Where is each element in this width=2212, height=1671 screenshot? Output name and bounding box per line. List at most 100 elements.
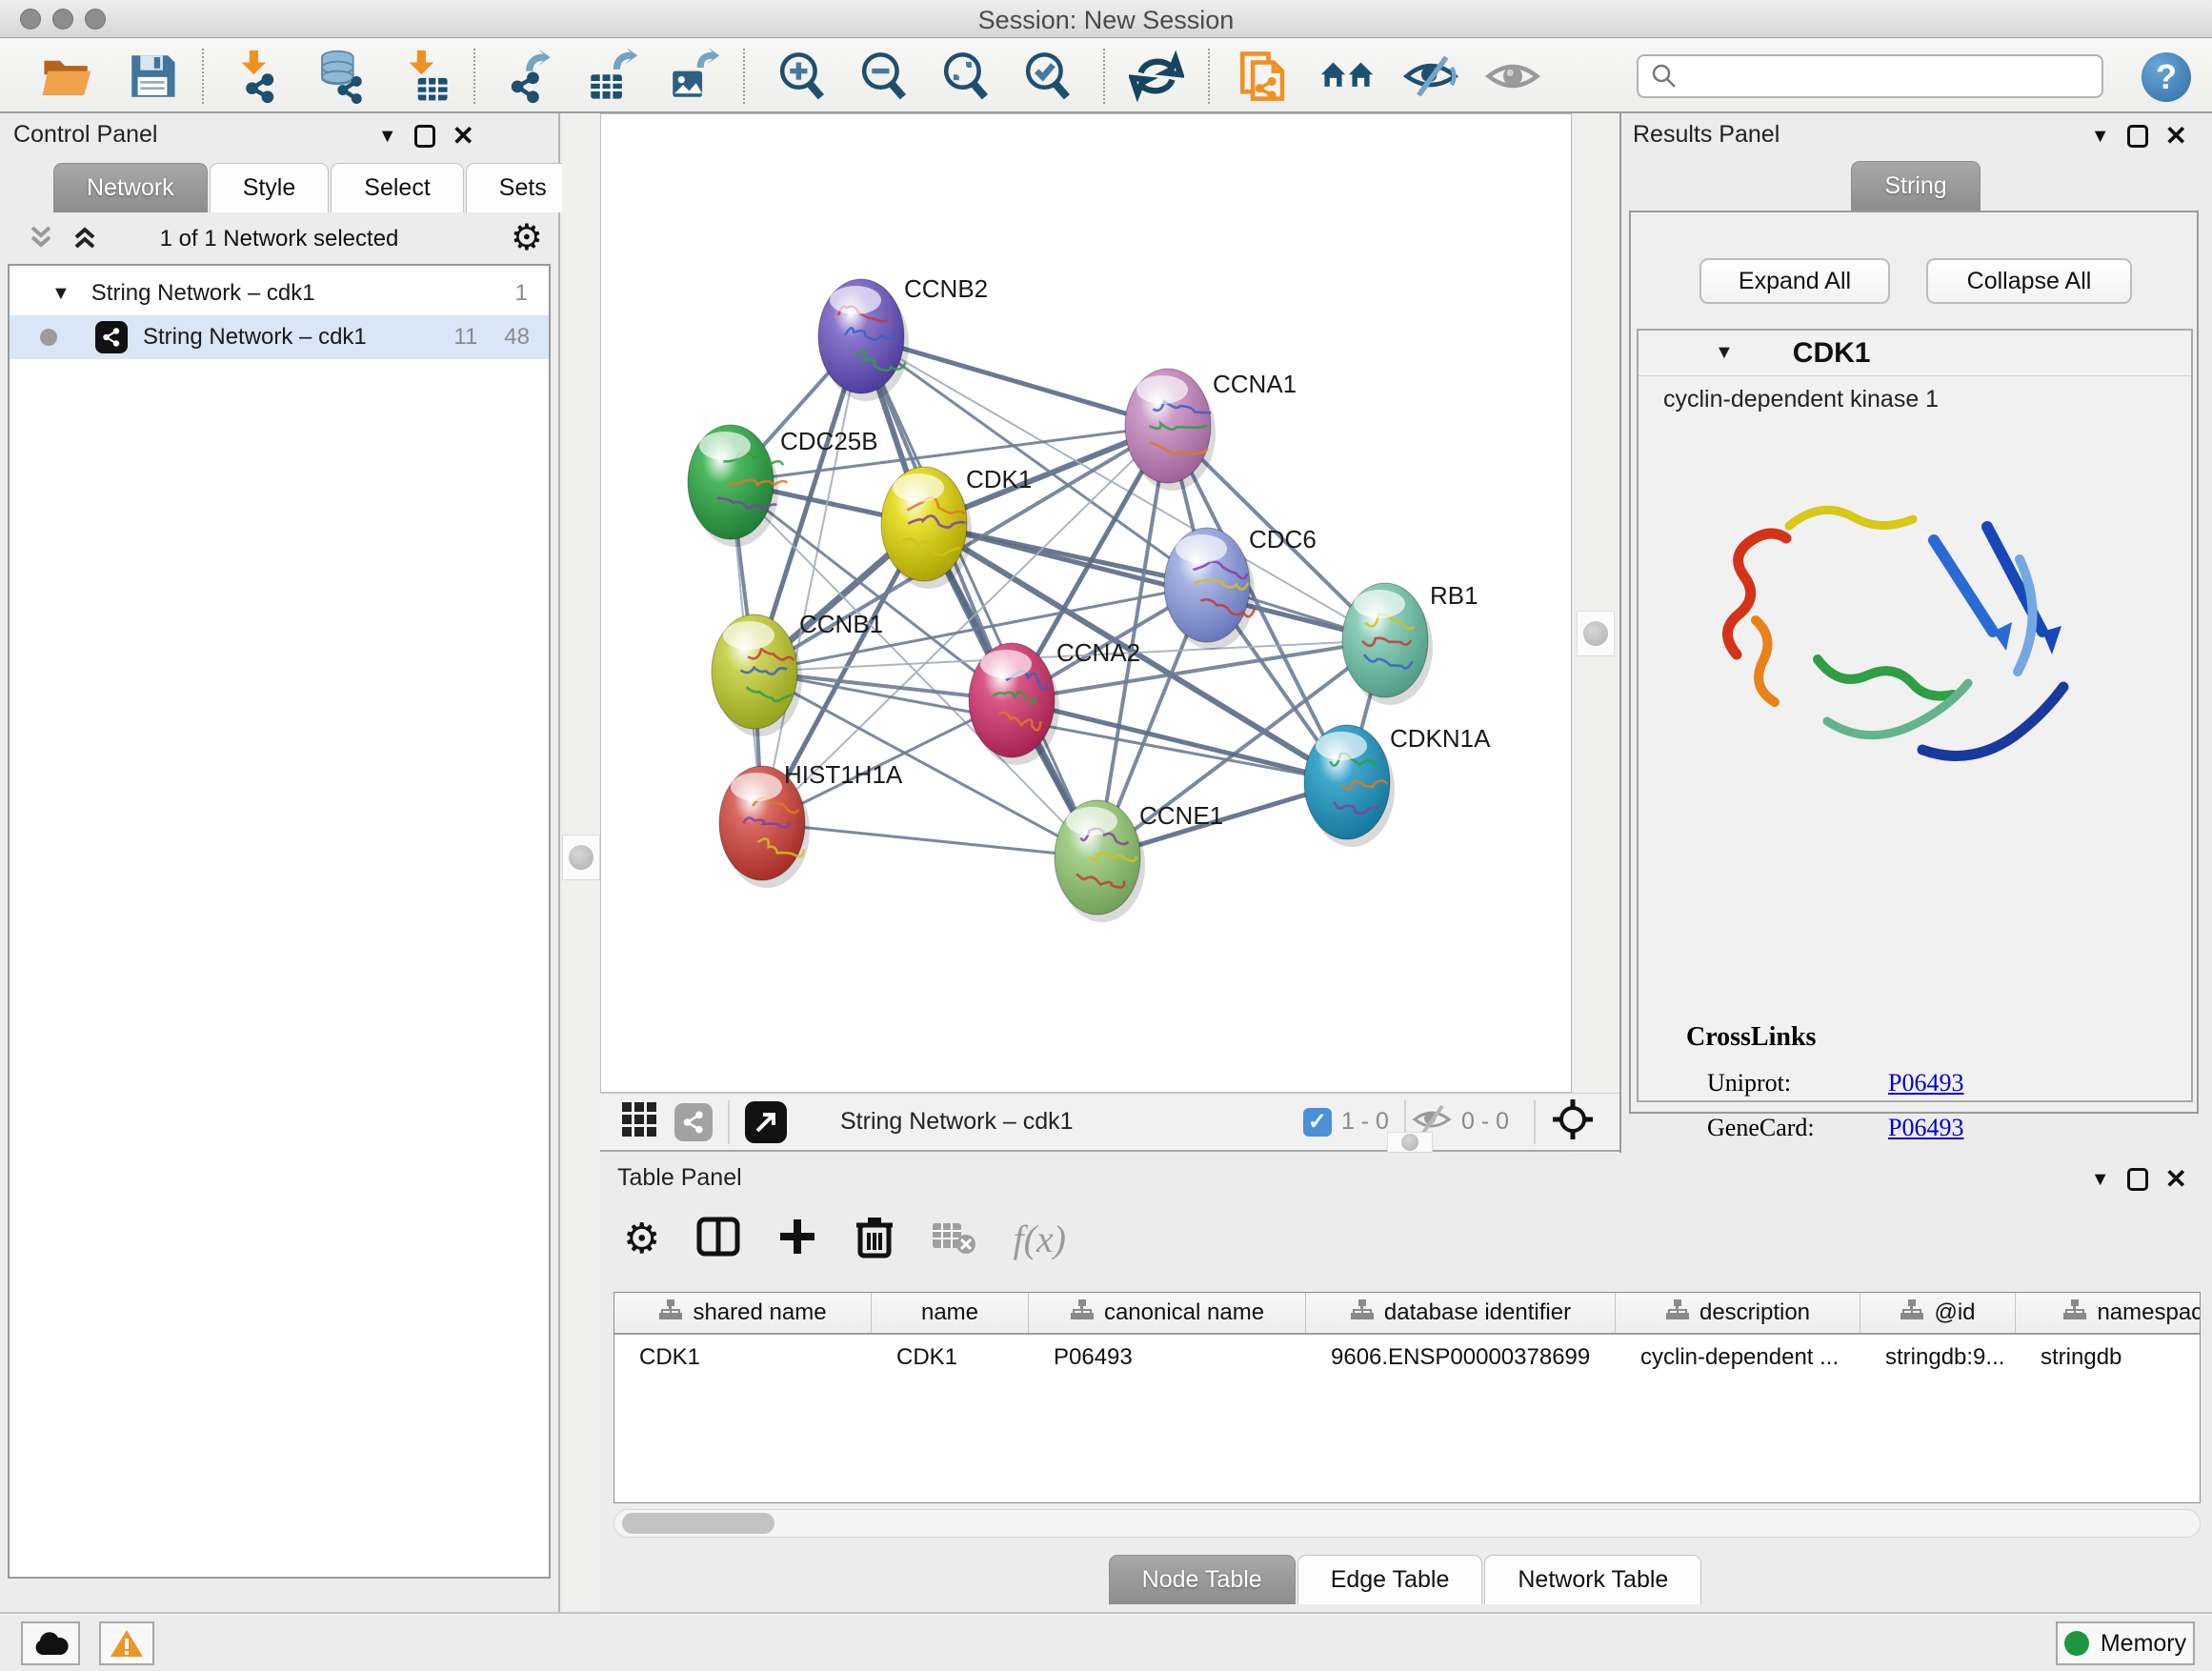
export-image-icon[interactable] [665,48,722,105]
crosslink-label: GeneCard: [1707,1114,1888,1142]
panel-menu-icon[interactable]: ▼ [2091,126,2110,148]
network-node-RB1[interactable]: RB1 [1342,581,1478,705]
show-all-eye-icon[interactable] [1484,48,1541,105]
show-columns-icon[interactable] [696,1215,740,1263]
network-node-CCNB1[interactable]: CCNB1 [712,610,883,736]
panel-float-icon[interactable] [2127,1168,2148,1191]
table-cell[interactable]: CDK1 [872,1337,1029,1379]
left-splitter-grip[interactable] [562,835,600,880]
clipboard-network-icon[interactable] [1235,48,1292,105]
open-session-icon[interactable] [38,48,95,105]
panel-close-icon[interactable]: ✕ [452,123,474,150]
network-edge[interactable] [762,336,861,823]
table-horizontal-scrollbar[interactable] [613,1509,2201,1538]
string-network-graph[interactable]: CCNB2CCNA1CDC25BCDK1CDC6RB1CCNB1CCNA2CDK… [601,114,1573,1094]
collapse-triangle-icon[interactable]: ▼ [1715,342,1734,364]
memory-button[interactable]: Memory [2056,1621,2195,1665]
hierarchy-icon [658,1299,683,1328]
export-network-icon[interactable] [499,48,556,105]
cloud-button[interactable] [21,1621,80,1665]
tab-style[interactable]: Style [210,163,330,212]
column-header-namespace[interactable]: namespace [2016,1293,2201,1333]
import-network-file-icon[interactable] [229,48,286,105]
warnings-button[interactable] [99,1621,154,1665]
panel-float-icon[interactable] [2127,125,2148,148]
table-toolbar: ⚙ f(x) [623,1202,2212,1275]
crosslink-link[interactable]: P06493 [1888,1069,1963,1097]
hierarchy-icon [1070,1299,1095,1328]
selected-checkbox-icon[interactable]: ✓ [1303,1108,1332,1137]
network-edge[interactable] [762,823,1097,857]
column-header-sharedname[interactable]: shared name [614,1293,872,1333]
table-cell[interactable]: stringdb:9... [1860,1337,2016,1379]
tab-node-table[interactable]: Node Table [1109,1555,1296,1604]
table-cell[interactable]: cyclin-dependent ... [1616,1337,1860,1379]
column-header-description[interactable]: description [1616,1293,1860,1333]
network-node-CCNB2[interactable]: CCNB2 [818,274,988,401]
zoom-in-icon[interactable] [774,48,831,105]
tab-string[interactable]: String [1851,161,1980,211]
search-input[interactable] [1679,57,2101,95]
protein-card-header[interactable]: ▼ CDK1 [1639,331,2191,376]
hide-selected-eye-slash-icon[interactable] [1402,48,1459,105]
network-node-HIST1H1A[interactable]: HIST1H1A [719,760,903,888]
horizontal-splitter-grip[interactable] [1387,1132,1433,1153]
toolbar-separator [202,49,204,104]
node-table[interactable]: shared namenamecanonical namedatabase id… [613,1292,2201,1503]
table-cell[interactable]: CDK1 [614,1337,872,1379]
delete-column-trash-icon[interactable] [855,1214,895,1264]
column-header-databaseidentifier[interactable]: database identifier [1306,1293,1616,1333]
results-panel-header-icons: ▼ ✕ [2091,123,2187,150]
tab-network-table[interactable]: Network Table [1484,1555,1701,1604]
column-header-name[interactable]: name [872,1293,1029,1333]
panel-close-icon[interactable]: ✕ [2165,123,2187,150]
expand-all-button[interactable]: Expand All [1699,258,1890,304]
zoom-out-icon[interactable] [855,48,913,105]
import-table-file-icon[interactable] [396,48,453,105]
zoom-fit-icon[interactable] [937,48,995,105]
network-node-CDC25B[interactable]: CDC25B [688,425,878,547]
panel-menu-icon[interactable]: ▼ [2091,1169,2110,1191]
scrollbar-thumb[interactable] [622,1513,774,1534]
panel-menu-icon[interactable]: ▼ [378,126,397,148]
crosslink-link[interactable]: P06493 [1888,1114,1963,1142]
collapse-all-button[interactable]: Collapse All [1926,258,2132,304]
column-header-canonicalname[interactable]: canonical name [1029,1293,1306,1333]
hierarchy-icon [1665,1299,1690,1328]
node-label-CDKN1A: CDKN1A [1390,724,1491,753]
hidden-counts: 0 - 0 [1461,1108,1509,1136]
tab-select[interactable]: Select [331,163,463,212]
network-tree-child-row[interactable]: String Network – cdk1 11 48 [10,315,549,359]
network-node-CDKN1A[interactable]: CDKN1A [1304,724,1491,847]
right-splitter-grip[interactable] [1577,611,1615,656]
table-cell[interactable]: stringdb [2016,1337,2201,1379]
network-tree-root-row[interactable]: ▼ String Network – cdk1 1 [10,272,549,315]
table-cell[interactable]: P06493 [1029,1337,1306,1379]
import-network-database-icon[interactable] [312,48,370,105]
tree-expand-icon[interactable]: ▼ [51,283,70,305]
network-node-CCNA1[interactable]: CCNA1 [1125,369,1297,491]
birds-eye-view-icon[interactable] [745,1101,787,1143]
control-panel-tabs: NetworkStyleSelectSets [53,163,582,212]
zoom-selected-icon[interactable] [1019,48,1076,105]
home-layouts-icon[interactable] [1318,48,1376,105]
add-column-plus-icon[interactable] [776,1216,818,1262]
table-cell[interactable]: 9606.ENSP00000378699 [1306,1337,1616,1379]
column-header-id[interactable]: @id [1860,1293,2016,1333]
view-network-icon[interactable] [674,1103,713,1141]
center-view-crosshair-icon[interactable] [1551,1097,1595,1146]
network-view-canvas[interactable]: CCNB2CCNA1CDC25BCDK1CDC6RB1CCNB1CCNA2CDK… [600,113,1572,1093]
refresh-icon[interactable] [1128,48,1185,105]
tab-network[interactable]: Network [53,163,208,212]
network-options-gear-icon[interactable]: ⚙ [511,216,543,259]
network-node-CCNE1[interactable]: CCNE1 [1055,800,1223,922]
table-settings-gear-icon[interactable]: ⚙ [623,1215,660,1263]
save-session-icon[interactable] [124,48,181,105]
tab-edge-table[interactable]: Edge Table [1297,1555,1483,1604]
help-button[interactable]: ? [2142,52,2191,102]
export-table-icon[interactable] [583,48,640,105]
panel-close-icon[interactable]: ✕ [2165,1166,2187,1193]
view-grid-icon[interactable] [621,1101,657,1142]
network-node-CDK1[interactable]: CDK1 [881,465,1032,589]
panel-float-icon[interactable] [414,125,435,148]
